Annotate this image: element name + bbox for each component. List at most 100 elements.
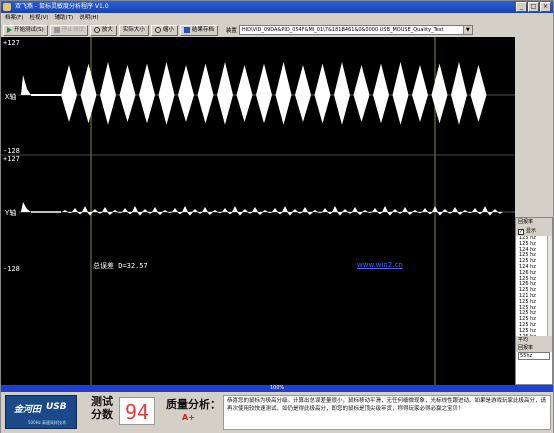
x-trough (139, 95, 155, 124)
progress-label: 100% (269, 385, 285, 391)
website-link[interactable]: www.win2.cn (357, 261, 403, 269)
y-noise-up (172, 208, 178, 212)
y-noise-up (162, 210, 168, 212)
y-noise-up (72, 208, 78, 212)
x-trough (217, 95, 233, 125)
minimize-button[interactable]: _ (516, 2, 527, 12)
start-test-button[interactable]: 开始测试(S) (3, 24, 48, 36)
device-label: 装置 (225, 28, 237, 34)
y-noise-up (422, 208, 428, 212)
y-noise-up (122, 208, 128, 212)
chevron-down-icon[interactable]: ▼ (462, 26, 472, 34)
x-peak (334, 62, 350, 95)
x-trough (275, 95, 292, 125)
y-noise-down (367, 212, 373, 214)
y-noise-up (312, 210, 318, 212)
score-value: 94 (119, 397, 155, 425)
y-noise-down (287, 212, 293, 216)
y-noise-down (497, 212, 503, 214)
window-title: 双飞燕 - 鼠标灵敏度分析程序 V1.0 (15, 3, 109, 10)
x-trough (295, 95, 311, 122)
menu-view[interactable]: 检视(V) (29, 13, 48, 23)
y-noise-up (82, 206, 88, 212)
y-noise-down (67, 212, 73, 214)
y-noise-down (347, 212, 353, 214)
y-noise-up (102, 207, 108, 212)
app-icon (3, 3, 11, 11)
x-trough (80, 95, 97, 124)
total-error-text: 总误差 D=32.57 (93, 262, 148, 270)
show-checkbox-row[interactable]: ✓ 显示 (516, 227, 552, 236)
y-noise-down (97, 212, 103, 214)
y-noise-down (207, 212, 213, 215)
waveform-svg: +127 X轴 -128 +127 Y轴 -128 (1, 37, 515, 385)
show-checkbox[interactable]: ✓ (518, 228, 524, 235)
y-noise-up (252, 207, 258, 212)
x-peak (80, 63, 97, 95)
play-icon (7, 27, 12, 33)
menu-tools[interactable]: 辅助(T) (55, 13, 74, 23)
close-button[interactable]: × (540, 2, 551, 12)
x-peak (314, 63, 331, 95)
menu-file[interactable]: 档案(F) (5, 13, 23, 23)
y-noise-down (147, 212, 153, 214)
x-peak (295, 65, 311, 95)
y-noise-up (432, 206, 438, 212)
y-noise-up (322, 208, 328, 212)
y-noise-down (397, 212, 403, 214)
x-peak (139, 63, 155, 95)
y-noise-down (167, 212, 173, 214)
x-trough (451, 95, 467, 125)
y-noise-up (382, 206, 388, 212)
x-trough (314, 95, 331, 124)
x-peak (470, 65, 487, 95)
y-noise-down (317, 212, 323, 214)
menu-help[interactable]: 说明(H) (79, 13, 98, 23)
y-noise-up (402, 207, 408, 212)
y-noise-up (142, 209, 148, 212)
y-noise-up (452, 207, 458, 212)
y-noise-down (407, 212, 413, 215)
list-scrollbar[interactable] (547, 236, 552, 336)
y-noise-down (227, 212, 233, 215)
y-noise-down (157, 212, 163, 215)
save-result-button[interactable]: 结果存档 (179, 24, 218, 36)
y-initial-pulse (21, 202, 31, 212)
zoom-out-button[interactable]: 缩小 (150, 24, 178, 36)
x-peak (275, 62, 292, 95)
x-trough (353, 95, 370, 122)
actual-size-button[interactable]: 实际大小 (118, 24, 149, 36)
y-noise-up (282, 206, 288, 212)
x-trough (178, 95, 194, 122)
x-trough (373, 95, 389, 124)
analysis-text: 恭喜您的鼠标为极高分级。计算出总误差量很小，鼠标移动平滑，无任何细微现象，光标线… (223, 395, 551, 430)
zoom-in-button[interactable]: 放大 (89, 24, 117, 36)
y-noise-up (492, 209, 498, 212)
y-noise-down (77, 212, 83, 215)
score-label-line1: 测试 (91, 395, 113, 408)
y-noise-up (222, 208, 228, 212)
y-noise-down (87, 212, 93, 216)
report-rate-list[interactable]: 125 hz 125 hz 124 hz 125 hz 125 hz 124 hz 126 … (516, 236, 552, 336)
x-trough (392, 95, 409, 125)
y-noise-up (302, 207, 308, 212)
y-noise-up (182, 206, 188, 212)
maximize-button[interactable]: □ (528, 2, 539, 12)
y-noise-down (327, 212, 333, 215)
y-noise-up (472, 208, 478, 212)
x-peak (217, 62, 233, 95)
stop-test-button[interactable]: 停止测试 (49, 24, 88, 36)
y-noise-down (197, 212, 203, 214)
y-noise-up (482, 206, 488, 212)
y-noise-up (242, 209, 248, 212)
save-result-label: 结果存档 (191, 26, 214, 33)
y-noise-up (412, 210, 418, 212)
logo-subtext: 500Hz 高速采样技术 (28, 420, 67, 425)
x-trough (197, 95, 214, 124)
zoom-in-icon (93, 27, 100, 33)
x-axis-top-label: +127 (3, 39, 20, 47)
device-select[interactable]: HID\VID_09DA&PID_054F&MI_01\7&181B461&0&… (238, 25, 473, 35)
x-trough (158, 95, 175, 125)
x-peak (431, 63, 448, 95)
y-noise-up (272, 208, 278, 212)
